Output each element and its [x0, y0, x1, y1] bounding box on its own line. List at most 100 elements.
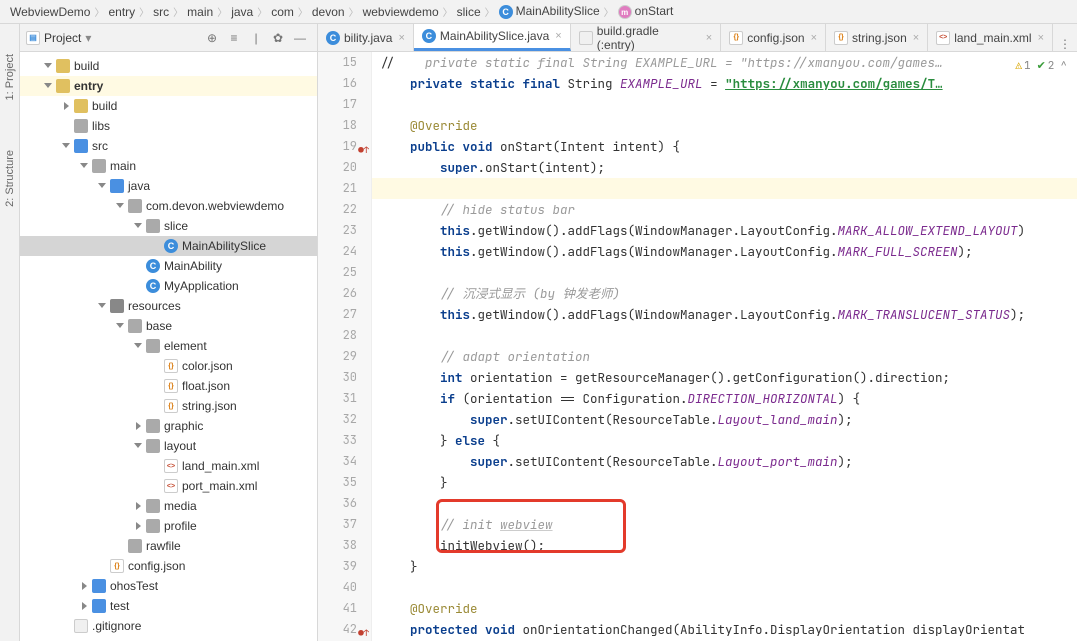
expand-arrow[interactable] — [132, 220, 144, 232]
code-line-36[interactable] — [372, 493, 1077, 514]
expand-arrow[interactable] — [78, 600, 90, 612]
line-number[interactable]: 22 — [318, 199, 357, 220]
rail-structure[interactable]: 2: Structure — [4, 150, 16, 207]
tree-src[interactable]: src — [20, 136, 317, 156]
tabs-menu[interactable]: ⋮ — [1053, 37, 1077, 51]
crumb-main[interactable]: main — [185, 5, 215, 19]
expand-arrow[interactable] — [60, 620, 72, 632]
code-line-21[interactable] — [372, 178, 1077, 199]
tree-com-devon-webviewdemo[interactable]: com.devon.webviewdemo — [20, 196, 317, 216]
close-icon[interactable]: × — [913, 32, 919, 44]
line-number[interactable]: 17 — [318, 94, 357, 115]
tab-config-json[interactable]: {}config.json× — [721, 24, 826, 51]
expand-arrow[interactable] — [42, 60, 54, 72]
line-number[interactable]: 24 — [318, 241, 357, 262]
expand-arrow[interactable] — [150, 480, 162, 492]
gear-icon[interactable]: ✿ — [267, 27, 289, 49]
expand-arrow[interactable] — [132, 340, 144, 352]
line-number[interactable]: 41 — [318, 598, 357, 619]
code-line-23[interactable]: this.getWindow().addFlags(WindowManager.… — [372, 220, 1077, 241]
line-number[interactable]: 36 — [318, 493, 357, 514]
crumb-com[interactable]: com — [269, 5, 296, 19]
expand-arrow[interactable] — [114, 200, 126, 212]
line-number[interactable]: 37 — [318, 514, 357, 535]
code-line-33[interactable]: } else { — [372, 430, 1077, 451]
tree-port-main-xml[interactable]: <>port_main.xml — [20, 476, 317, 496]
code-line-19[interactable]: public void onStart(Intent intent) { — [372, 136, 1077, 157]
code-line-30[interactable]: int orientation = getResourceManager().g… — [372, 367, 1077, 388]
line-number[interactable]: 16 — [318, 73, 357, 94]
locate-icon[interactable]: ⊕ — [201, 27, 223, 49]
tree-ohostest[interactable]: ohosTest — [20, 576, 317, 596]
expand-arrow[interactable] — [132, 440, 144, 452]
code-line-25[interactable] — [372, 262, 1077, 283]
tab-string-json[interactable]: {}string.json× — [826, 24, 928, 51]
code[interactable]: 1 2 ^ // private static final String EXA… — [372, 52, 1077, 641]
tree-color-json[interactable]: {}color.json — [20, 356, 317, 376]
line-number[interactable]: 27 — [318, 304, 357, 325]
inspection-hints[interactable]: 1 2 ^ — [1015, 56, 1067, 77]
tree-media[interactable]: media — [20, 496, 317, 516]
tree-java[interactable]: java — [20, 176, 317, 196]
project-dropdown[interactable]: ▾ — [85, 31, 91, 45]
crumb-entry[interactable]: entry — [106, 5, 137, 19]
tree-entry[interactable]: entry — [20, 76, 317, 96]
line-number[interactable]: 33 — [318, 430, 357, 451]
expand-arrow[interactable] — [150, 400, 162, 412]
code-line-38[interactable]: initWebview(); — [372, 535, 1077, 556]
code-line-17[interactable] — [372, 94, 1077, 115]
expand-arrow[interactable] — [114, 540, 126, 552]
line-number[interactable]: 35 — [318, 472, 357, 493]
code-line-16[interactable]: private static final String EXAMPLE_URL … — [372, 73, 1077, 94]
line-number[interactable]: 31 — [318, 388, 357, 409]
line-number[interactable]: 32 — [318, 409, 357, 430]
line-number[interactable]: 39 — [318, 556, 357, 577]
expand-arrow[interactable] — [150, 460, 162, 472]
tab-mainabilityslice-java[interactable]: CMainAbilitySlice.java× — [414, 24, 571, 51]
tree-profile[interactable]: profile — [20, 516, 317, 536]
close-icon[interactable]: × — [811, 32, 817, 44]
code-line-34[interactable]: super.setUIContent(ResourceTable.Layout_… — [372, 451, 1077, 472]
tree-mainability[interactable]: CMainAbility — [20, 256, 317, 276]
expand-arrow[interactable] — [150, 380, 162, 392]
lints-more[interactable]: ^ — [1060, 56, 1067, 77]
line-number[interactable]: 40 — [318, 577, 357, 598]
expand-arrow[interactable] — [96, 300, 108, 312]
collapse-icon[interactable]: — — [289, 27, 311, 49]
tree-slice[interactable]: slice — [20, 216, 317, 236]
line-number[interactable]: 20 — [318, 157, 357, 178]
line-number[interactable]: 21 — [318, 178, 357, 199]
line-number[interactable]: 23 — [318, 220, 357, 241]
line-number[interactable]: 25 — [318, 262, 357, 283]
crumb-webviewdemo[interactable]: webviewdemo — [361, 5, 441, 19]
expand-arrow[interactable] — [132, 500, 144, 512]
code-line-39[interactable]: } — [372, 556, 1077, 577]
expand-arrow[interactable] — [114, 320, 126, 332]
tree-resources[interactable]: resources — [20, 296, 317, 316]
tree-string-json[interactable]: {}string.json — [20, 396, 317, 416]
tab-bility-java[interactable]: Cbility.java× — [318, 24, 414, 51]
code-line-22[interactable]: // hide status bar — [372, 199, 1077, 220]
tree-element[interactable]: element — [20, 336, 317, 356]
crumb-onstart[interactable]: monStart — [616, 4, 676, 20]
expand-arrow[interactable] — [96, 180, 108, 192]
expand-arrow[interactable] — [132, 420, 144, 432]
code-line-29[interactable]: // adapt orientation — [372, 346, 1077, 367]
expand-arrow[interactable] — [42, 80, 54, 92]
tree-float-json[interactable]: {}float.json — [20, 376, 317, 396]
tree-myapplication[interactable]: CMyApplication — [20, 276, 317, 296]
line-number[interactable]: 34 — [318, 451, 357, 472]
tree--gitignore[interactable]: .gitignore — [20, 616, 317, 636]
tree-graphic[interactable]: graphic — [20, 416, 317, 436]
tab-land-main-xml[interactable]: <>land_main.xml× — [928, 24, 1053, 51]
crumb-devon[interactable]: devon — [310, 5, 347, 19]
line-number[interactable]: 38 — [318, 535, 357, 556]
crumb-java[interactable]: java — [229, 5, 255, 19]
code-line-24[interactable]: this.getWindow().addFlags(WindowManager.… — [372, 241, 1077, 262]
tree-test[interactable]: test — [20, 596, 317, 616]
line-number[interactable]: 29 — [318, 346, 357, 367]
rail-project[interactable]: 1: Project — [4, 54, 16, 100]
code-line-18[interactable]: @Override — [372, 115, 1077, 136]
code-line-40[interactable] — [372, 577, 1077, 598]
close-icon[interactable]: × — [398, 32, 404, 44]
